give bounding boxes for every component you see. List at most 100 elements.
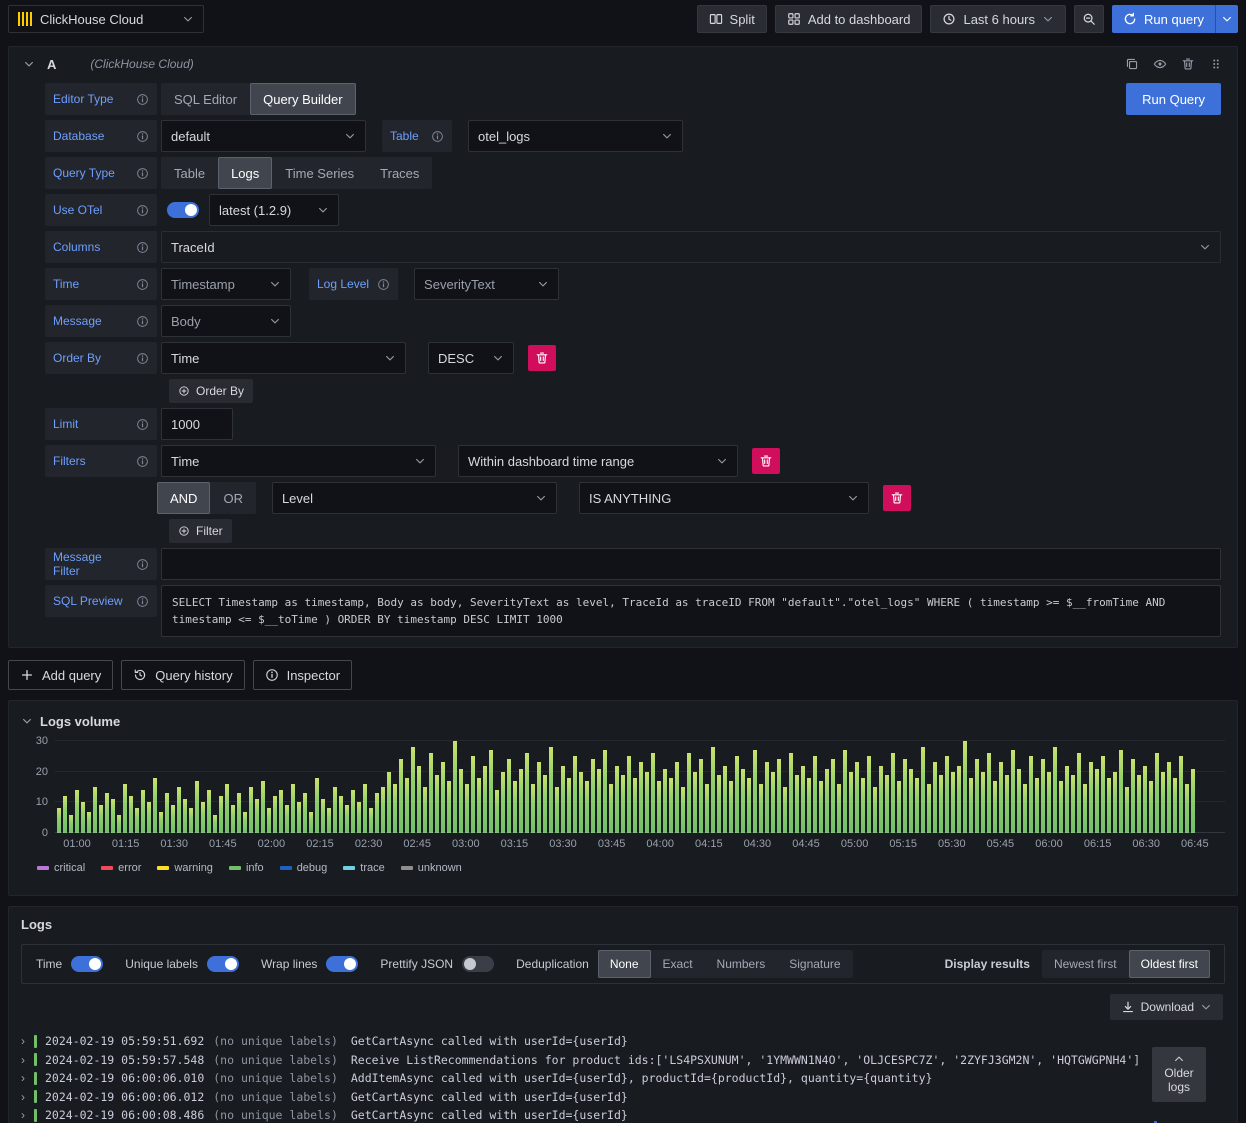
otel-version-select[interactable]: latest (1.2.9) xyxy=(209,194,339,226)
option-exact[interactable]: Exact xyxy=(651,950,705,978)
legend-item-warning[interactable]: warning xyxy=(157,862,213,874)
log-row[interactable]: › 2024-02-19 05:59:57.548 (no unique label… xyxy=(21,1051,1237,1070)
info-icon[interactable] xyxy=(136,418,149,431)
time-range-picker[interactable]: Last 6 hours xyxy=(930,5,1067,33)
add-filter-button[interactable]: Filter xyxy=(169,519,232,543)
info-icon[interactable] xyxy=(136,595,149,608)
option-oldest-first[interactable]: Oldest first xyxy=(1128,950,1210,978)
collapse-query-button[interactable] xyxy=(19,54,39,74)
filter-operator-select[interactable]: Within dashboard time range xyxy=(458,445,738,477)
info-icon[interactable] xyxy=(136,352,149,365)
legend-item-debug[interactable]: debug xyxy=(279,862,327,874)
zoom-out-time-button[interactable] xyxy=(1074,5,1105,33)
database-label: Database xyxy=(53,129,105,143)
limit-input[interactable] xyxy=(161,408,233,440)
run-query-interval-caret[interactable] xyxy=(1215,5,1238,33)
legend-item-info[interactable]: info xyxy=(228,862,264,874)
info-icon[interactable] xyxy=(136,558,149,571)
option-newest-first[interactable]: Newest first xyxy=(1042,950,1129,978)
remove-order-by-button[interactable] xyxy=(528,345,556,371)
add-to-dashboard-button[interactable]: Add to dashboard xyxy=(774,5,923,33)
wrap-lines-toggle[interactable] xyxy=(326,956,359,972)
duplicate-query-button[interactable] xyxy=(1121,53,1143,75)
legend-item-critical[interactable]: critical xyxy=(37,862,85,874)
unique-labels-toggle[interactable] xyxy=(206,956,239,972)
info-icon[interactable] xyxy=(136,130,149,143)
time-toggle[interactable] xyxy=(71,956,104,972)
prettify-json-toggle[interactable] xyxy=(462,956,495,972)
option-logs[interactable]: Logs xyxy=(218,157,273,189)
display-results-label: Display results xyxy=(944,957,1030,971)
info-icon[interactable] xyxy=(431,130,444,143)
use-otel-toggle[interactable] xyxy=(167,202,199,218)
info-icon[interactable] xyxy=(136,278,149,291)
info-icon[interactable] xyxy=(377,278,390,291)
chevron-right-icon: › xyxy=(21,1034,25,1049)
option-query-builder[interactable]: Query Builder xyxy=(250,83,356,115)
add-order-by-button[interactable]: Order By xyxy=(169,379,254,403)
condition-field-select[interactable]: Level xyxy=(271,482,557,514)
message-filter-input[interactable] xyxy=(161,548,1221,580)
volume-bar xyxy=(201,802,205,833)
option-or[interactable]: OR xyxy=(210,482,256,514)
remove-filter-button[interactable] xyxy=(752,448,780,474)
volume-bar xyxy=(747,777,751,833)
option-signature[interactable]: Signature xyxy=(777,950,852,978)
datasource-picker[interactable]: ClickHouse Cloud xyxy=(8,5,204,33)
inspector-button[interactable]: Inspector xyxy=(252,660,353,690)
message-column-select[interactable]: Body xyxy=(161,305,291,337)
download-button[interactable]: Download xyxy=(1109,994,1223,1020)
disable-query-button[interactable] xyxy=(1149,53,1171,75)
option-numbers[interactable]: Numbers xyxy=(705,950,778,978)
volume-bar xyxy=(237,793,241,833)
query-drag-handle[interactable] xyxy=(1205,53,1227,75)
log-row[interactable]: › 2024-02-19 06:00:06.010 (no unique label… xyxy=(21,1069,1237,1088)
volume-bar xyxy=(117,814,121,833)
volume-bar xyxy=(915,777,919,833)
option-table[interactable]: Table xyxy=(161,157,218,189)
filter-field-select[interactable]: Time xyxy=(161,445,436,477)
remove-condition-button[interactable] xyxy=(882,485,911,511)
option-time-series[interactable]: Time Series xyxy=(272,157,367,189)
add-query-button[interactable]: Add query xyxy=(8,660,114,690)
run-query-inline-button[interactable]: Run Query xyxy=(1126,83,1221,115)
option-traces[interactable]: Traces xyxy=(367,157,432,189)
add-filter-row: Filter xyxy=(45,519,1221,543)
legend-item-unknown[interactable]: unknown xyxy=(400,862,462,874)
split-button[interactable]: Split xyxy=(696,5,767,33)
option-none[interactable]: None xyxy=(597,950,651,978)
volume-bar xyxy=(957,765,961,833)
time-column-select[interactable]: Timestamp xyxy=(161,268,291,300)
zoom-out-icon xyxy=(1082,12,1096,26)
info-icon[interactable] xyxy=(136,204,149,217)
info-icon[interactable] xyxy=(136,93,149,106)
query-ref-id[interactable]: A xyxy=(47,57,56,72)
older-logs-button[interactable]: Older logs xyxy=(1152,1047,1206,1102)
order-by-direction-select[interactable]: DESC xyxy=(428,342,514,374)
option-sql-editor[interactable]: SQL Editor xyxy=(161,83,250,115)
legend-item-trace[interactable]: trace xyxy=(343,862,385,874)
log-row[interactable]: › 2024-02-19 06:00:08.486 (no unique label… xyxy=(21,1106,1237,1123)
info-icon[interactable] xyxy=(136,455,149,468)
table-select[interactable]: otel_logs xyxy=(468,120,683,152)
legend-item-error[interactable]: error xyxy=(101,862,141,874)
volume-bar xyxy=(447,780,451,833)
volume-bar xyxy=(765,762,769,833)
volume-bar xyxy=(69,814,73,833)
condition-operator-select[interactable]: IS ANYTHING xyxy=(578,482,869,514)
query-history-button[interactable]: Query history xyxy=(121,660,245,690)
columns-multiselect[interactable]: TraceId xyxy=(161,231,1221,263)
database-select[interactable]: default xyxy=(161,120,366,152)
option-and[interactable]: AND xyxy=(157,482,211,514)
info-icon[interactable] xyxy=(136,315,149,328)
run-query-button[interactable]: Run query xyxy=(1112,5,1215,33)
info-icon[interactable] xyxy=(136,167,149,180)
logs-volume-header[interactable]: Logs volume xyxy=(21,709,1225,733)
order-by-field-select[interactable]: Time xyxy=(161,342,406,374)
x-tick-label: 04:00 xyxy=(646,838,674,850)
log-row[interactable]: › 2024-02-19 05:59:51.692 (no unique label… xyxy=(21,1032,1237,1051)
log-row[interactable]: › 2024-02-19 06:00:06.012 (no unique label… xyxy=(21,1088,1237,1107)
log-level-column-select[interactable]: SeverityText xyxy=(414,268,560,300)
remove-query-button[interactable] xyxy=(1177,53,1199,75)
info-icon[interactable] xyxy=(136,241,149,254)
